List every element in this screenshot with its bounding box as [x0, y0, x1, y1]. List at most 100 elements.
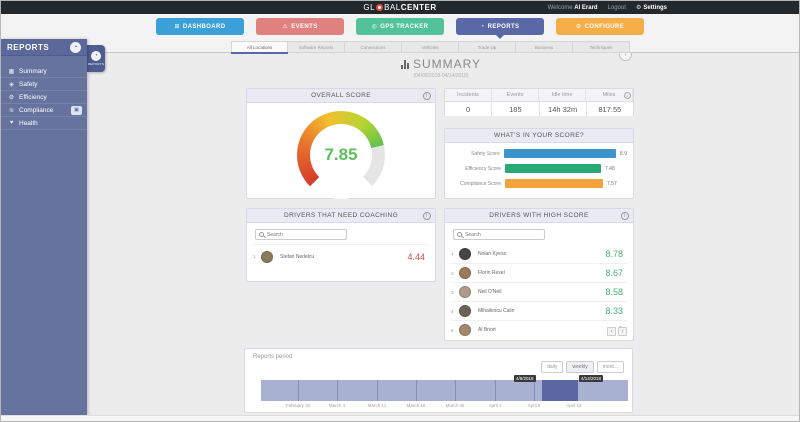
- high-score-search[interactable]: [453, 229, 545, 240]
- sidebar-collapse-handle[interactable]: ◔ REPORTS: [87, 45, 105, 72]
- tab-business[interactable]: Business: [516, 41, 573, 53]
- weekly-button[interactable]: weekly: [566, 361, 593, 373]
- pie-chart-icon: ◔: [481, 24, 485, 30]
- overall-score-header: OVERALL SCORE i: [247, 89, 435, 103]
- axis-label: April 8: [528, 403, 541, 408]
- avatar: [261, 251, 273, 263]
- topbar-user-area: Welcome Al Erard Logout ⚙Settings: [548, 1, 667, 14]
- selected-period-range[interactable]: [542, 380, 578, 401]
- daily-button[interactable]: daily: [541, 361, 563, 373]
- coaching-search[interactable]: [255, 229, 347, 240]
- sidebar-item-compliance[interactable]: ≋Compliance ▣: [1, 104, 87, 117]
- sidebar-item-summary[interactable]: ▦Summary: [1, 65, 87, 78]
- tab-vehicles[interactable]: Vehicles: [402, 41, 459, 53]
- coaching-driver-row[interactable]: 1 Stefan Nedelcu 4.44: [253, 244, 429, 268]
- compliance-score-bar: [505, 179, 603, 188]
- summary-header: SUMMARY (04/08/2018-04/14/2018): [246, 57, 636, 79]
- monthly-button[interactable]: mont...: [597, 361, 624, 373]
- health-heart-icon: ♥: [8, 120, 15, 126]
- driver-row[interactable]: 2 Florin Resel 8.67: [451, 263, 627, 282]
- gauge-center: 7.85: [310, 124, 372, 186]
- axis-label: April 1: [489, 403, 502, 408]
- warning-icon: ⚠: [282, 23, 288, 30]
- date-range: (04/08/2018-04/14/2018): [246, 73, 636, 79]
- sidebar-item-health[interactable]: ♥Health: [1, 117, 87, 130]
- high-score-search-input[interactable]: [465, 232, 544, 238]
- reports-period-label: Reports period: [253, 354, 292, 360]
- overall-score-panel: OVERALL SCORE i 7.85: [246, 88, 436, 199]
- efficiency-score-bar: [505, 164, 601, 173]
- reports-period-panel: Reports period daily weekly mont... 4/8/…: [244, 348, 633, 413]
- page-title: SUMMARY: [413, 57, 481, 71]
- search-icon: [457, 232, 462, 237]
- driver-row[interactable]: 3 Neil O'Neil 8.58: [451, 282, 627, 301]
- gridline: [495, 380, 496, 401]
- sidebar-refresh-icon[interactable]: ◔: [70, 42, 81, 53]
- gps-pin-icon: ◎: [372, 23, 378, 30]
- period-start-tooltip: 4/8/2018: [514, 375, 536, 382]
- gridline: [377, 380, 378, 401]
- driver-row[interactable]: 4 Mihailescu Calin 8.33: [451, 301, 627, 320]
- driver-row[interactable]: 5 Al Briort 8: [451, 320, 627, 339]
- driver-row[interactable]: 1 Nolan Kyess 8.78: [451, 244, 627, 263]
- axis-label: March 25: [446, 403, 465, 408]
- pagination: ‹ ›: [607, 327, 627, 336]
- info-icon[interactable]: i: [423, 212, 431, 220]
- stats-value-idle-time: 14h 32m: [540, 102, 587, 116]
- period-buttons: daily weekly mont...: [541, 361, 624, 373]
- axis-label: March 18: [407, 403, 426, 408]
- username: Al Erard: [574, 5, 597, 11]
- coaching-header: DRIVERS THAT NEED COACHING i: [247, 209, 435, 223]
- gridline: [416, 380, 417, 401]
- stats-header-incidents: Incidents: [445, 89, 492, 101]
- sidebar-item-safety[interactable]: ◈Safety: [1, 78, 87, 91]
- compliance-score-value: 7.57: [607, 181, 617, 187]
- nav-dashboard-button[interactable]: ⊞DASHBOARD: [156, 18, 244, 35]
- next-page-button[interactable]: ›: [618, 327, 627, 336]
- avatar: [459, 248, 471, 260]
- logo[interactable]: GLBALCENTER: [1, 1, 799, 14]
- tab-techniques[interactable]: Techniques: [573, 41, 630, 53]
- compliance-badge[interactable]: ▣: [71, 106, 82, 115]
- info-icon[interactable]: i: [621, 212, 629, 220]
- gear-icon: ⚙: [636, 4, 641, 11]
- stats-header-events: Events: [492, 89, 539, 101]
- nav-events-button[interactable]: ⚠EVENTS: [256, 18, 344, 35]
- nav-reports-button[interactable]: ◔REPORTS: [456, 18, 544, 35]
- coaching-panel: DRIVERS THAT NEED COACHING i 1 Stefan Ne…: [246, 208, 436, 282]
- logo-text-bal: BAL: [384, 3, 401, 12]
- info-icon[interactable]: i: [423, 92, 431, 100]
- tab-connections[interactable]: Connections: [345, 41, 402, 53]
- logo-text-center: CENTER: [401, 3, 437, 12]
- period-timeline[interactable]: 4/8/2018 4/14/2018 February 25 March 4 M…: [261, 380, 628, 401]
- stats-value-row: 0 185 14h 32m 817.55: [445, 102, 633, 116]
- prev-page-button[interactable]: ‹: [607, 327, 616, 336]
- overall-score-value: 7.85: [324, 145, 357, 165]
- sidebar-item-efficiency[interactable]: ⚙Efficiency: [1, 91, 87, 104]
- stats-info-icon[interactable]: i: [624, 92, 631, 99]
- tab-trade-up[interactable]: Trade Up: [459, 41, 516, 53]
- summary-title-icon: [401, 60, 409, 69]
- avatar: [459, 267, 471, 279]
- driver-score: 4.44: [407, 252, 425, 262]
- safety-score-row: Safety Score 8.9: [449, 149, 627, 158]
- tab-all-locations[interactable]: All Locations: [231, 41, 288, 53]
- driver-name: Stefan Nedelcu: [280, 254, 407, 260]
- score-breakdown-panel: WHAT'S IN YOUR SCORE? Safety Score 8.9 E…: [444, 128, 634, 199]
- axis-label: March 11: [368, 403, 386, 408]
- nav-gps-tracker-button[interactable]: ◎GPS TRACKER: [356, 18, 444, 35]
- efficiency-gear-icon: ⚙: [8, 94, 15, 101]
- driver-name: Neil O'Neil: [478, 289, 605, 295]
- logout-link[interactable]: Logout: [608, 5, 626, 11]
- compliance-score-row: Compliance Score 7.57: [449, 179, 627, 188]
- settings-link[interactable]: ⚙Settings: [636, 4, 667, 11]
- gridline: [337, 380, 338, 401]
- compliance-signal-icon: ≋: [8, 107, 15, 114]
- coaching-search-input[interactable]: [267, 232, 346, 238]
- safety-shield-icon: ◈: [8, 81, 15, 88]
- sidebar-title: REPORTS: [7, 43, 49, 52]
- tab-software-reports[interactable]: Software Reports: [288, 41, 345, 53]
- page-footer: [1, 415, 799, 421]
- nav-configure-button[interactable]: ⚙CONFIGURE: [556, 18, 644, 35]
- high-score-header: DRIVERS WITH HIGH SCORE i: [445, 209, 633, 223]
